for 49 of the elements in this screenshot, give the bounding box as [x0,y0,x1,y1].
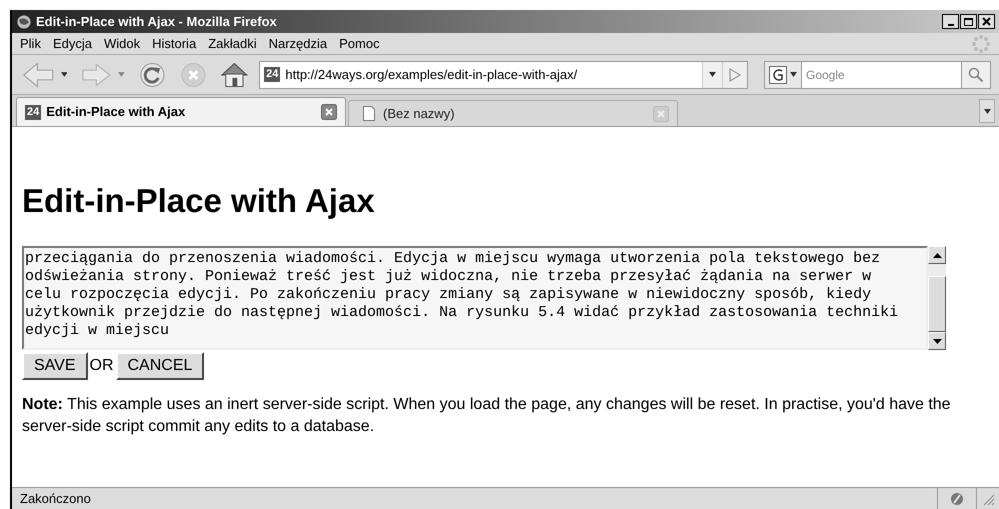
search-button[interactable] [961,60,991,88]
address-field[interactable]: 24 http://24ways.org/examples/edit-in-place-with-ajax/ [259,60,748,88]
site-badge: 24 [264,67,280,82]
scroll-down-icon[interactable] [932,338,942,344]
browser-tab[interactable]: 24 Edit-in-Place with Ajax [16,97,346,126]
go-arrow-icon[interactable] [729,68,741,82]
or-label: OR [88,356,114,376]
security-icon [950,492,964,506]
search-engine-button[interactable] [764,60,802,88]
menu-item[interactable]: Historia [146,34,202,54]
note-text: Note: This example uses an inert server-side script. When you load the page, any changes will be reset. In practise, you'd have the server-side script commit any edits to a database. [22,395,952,437]
status-text: Zakończono [20,490,91,508]
close-button[interactable] [978,14,995,29]
scroll-up-icon[interactable] [932,252,942,258]
resize-grip-icon[interactable] [981,492,995,506]
close-icon [982,17,991,26]
caret-icon [984,108,990,114]
menu-item[interactable]: Zakładki [202,34,263,54]
url-text: http://24ways.org/examples/edit-in-place-with-ajax/ [285,66,578,84]
globe-icon [16,14,32,30]
close-tab-icon[interactable] [321,104,337,120]
dropdown-icon[interactable] [790,72,797,77]
dropdown-icon[interactable] [709,72,716,77]
throbber-icon [971,34,991,54]
minimize-button[interactable] [942,14,959,29]
maximize-button[interactable] [960,14,977,29]
reload-icon[interactable] [138,60,166,88]
page-icon [363,106,375,121]
tab-label: (Bez nazwy) [383,104,455,123]
browser-tab[interactable]: (Bez nazwy) [348,100,678,126]
window-title: Edit-in-Place with Ajax - Mozilla Firefox [36,12,277,31]
save-button[interactable]: SAVE [22,352,88,380]
page-heading: Edit-in-Place with Ajax [22,182,376,220]
menu-item[interactable]: Edycja [46,34,98,54]
home-icon[interactable] [220,60,250,88]
dropdown-icon[interactable] [60,72,68,77]
menu-item[interactable]: Pomoc [333,34,386,54]
menu-item[interactable]: Narzędzia [262,34,334,54]
site-badge: 24 [25,104,42,120]
cancel-button[interactable]: CANCEL [116,352,204,380]
search-field[interactable]: Google [802,60,961,88]
text-editor[interactable]: przeciągania do przenoszenia wiadomości. Edycja w miejscu wymaga utworzenia pola tekstowego bez odświeżania strony. Ponieważ treść jest już widoczna, nie trzeba przesyłać żądania na serwer w celu rozpoczęcia edycji. Po zakończeniu pracy zmiany są zapisywane w niewidoczny sposób, kiedy użytkownik przejdzie do następnej wiadomości. Na rysunku 5.4 widać przykład zastosowania techniki edycji w miejscu [22,246,928,350]
tab-list-button[interactable] [979,99,995,123]
search-engine-icon[interactable] [769,66,787,84]
menu-item[interactable]: Widok [98,34,146,54]
tab-label: Edit-in-Place with Ajax [46,103,186,122]
menu-item[interactable]: Plik [14,34,47,54]
scrollbar[interactable] [928,246,946,350]
search-icon[interactable] [968,66,984,82]
